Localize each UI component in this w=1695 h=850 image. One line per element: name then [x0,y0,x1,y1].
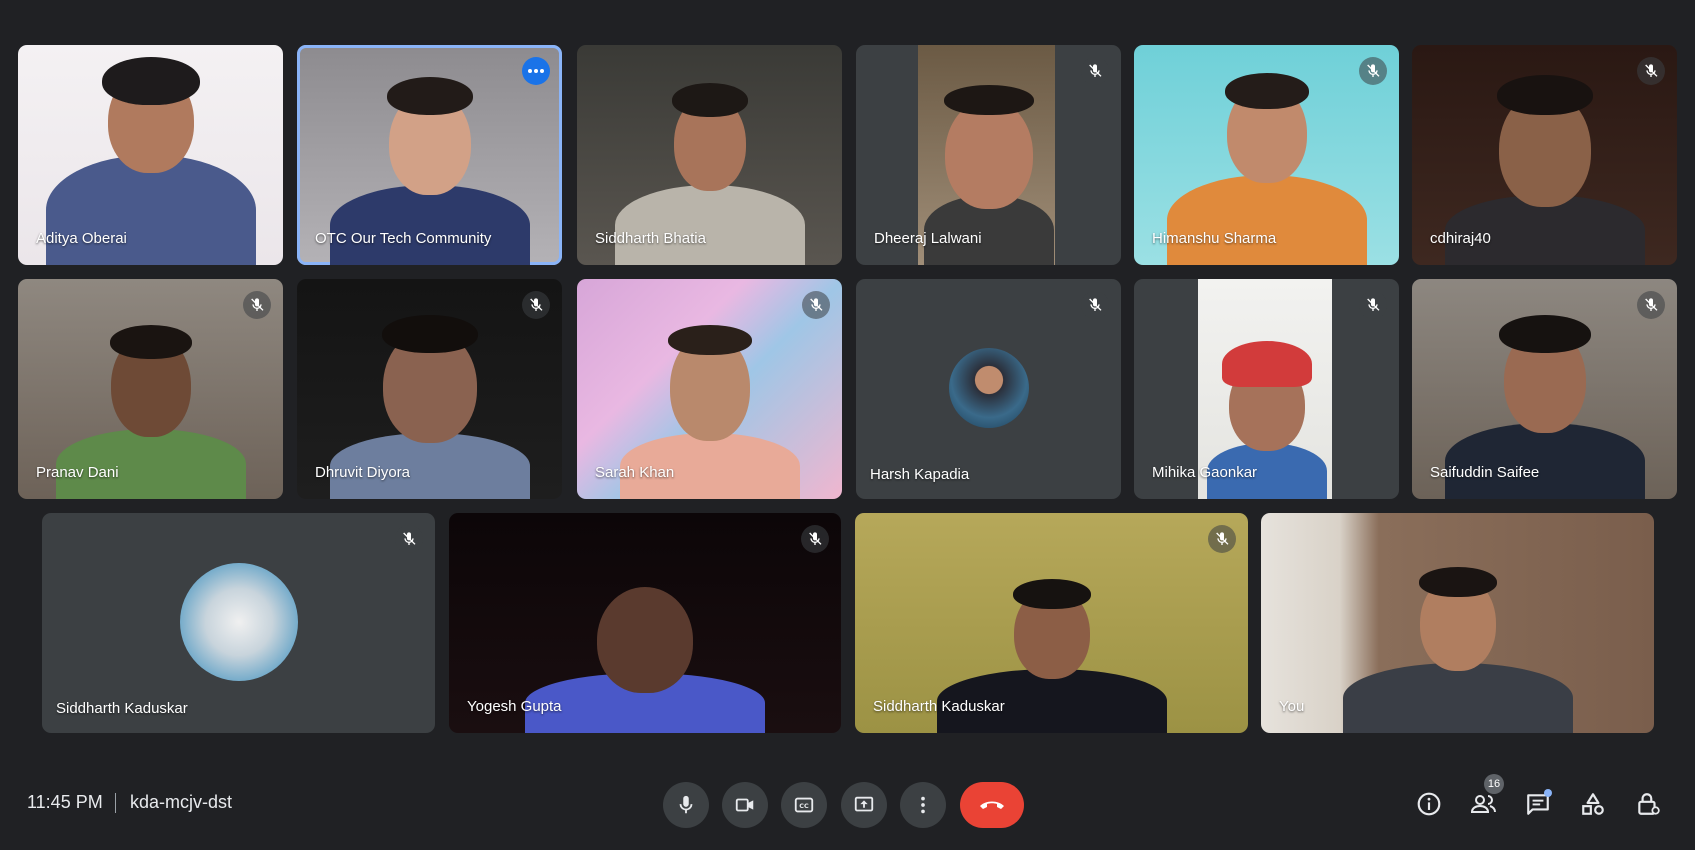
participant-name: Siddharth Kaduskar [873,698,1005,715]
participant-tile[interactable]: Siddharth Kaduskar [855,513,1248,733]
mic-button[interactable] [663,782,709,828]
participant-tile[interactable]: Yogesh Gupta [449,513,841,733]
participant-name: You [1279,698,1305,715]
more-options-button[interactable] [900,782,946,828]
avatar [179,563,298,681]
leave-call-button[interactable] [960,782,1024,828]
activities-icon [1582,793,1604,815]
captions-icon: CC [794,797,814,813]
participant-name: Siddharth Bhatia [595,230,706,247]
divider [115,793,116,813]
participant-name: Dheeraj Lalwani [874,230,982,247]
participant-name: Dhruvit Diyora [315,464,411,481]
participant-name: Harsh Kapadia [870,466,970,483]
activities-button[interactable] [1575,786,1611,822]
participant-tile[interactable]: Himanshu Sharma [1134,45,1399,265]
mic-icon [679,795,693,814]
participant-name: Saifuddin Saifee [1430,464,1540,481]
mic-off-icon [1359,57,1387,85]
mic-off-icon [1637,57,1665,85]
participant-tile[interactable]: Harsh Kapadia [856,279,1121,499]
participant-name: Yogesh Gupta [467,698,562,715]
people-icon [1470,795,1496,813]
present-icon [854,796,874,812]
participant-tile-self[interactable]: You [1261,513,1654,733]
participant-tile[interactable]: Siddharth Kaduskar [42,513,435,733]
svg-text:CC: CC [799,802,809,810]
people-button[interactable]: 16 [1466,774,1504,822]
participant-tile[interactable]: Siddharth Bhatia [577,45,842,265]
hang-up-icon [980,801,1004,809]
participant-name: Pranav Dani [36,464,119,481]
camera-button[interactable] [722,782,768,828]
participant-tile[interactable]: Mihika Gaonkar [1134,279,1399,499]
participant-video [1338,553,1578,733]
participant-tile[interactable]: cdhiraj40 [1412,45,1677,265]
more-options-icon[interactable] [522,57,550,85]
captions-button[interactable]: CC [781,782,827,828]
participant-tile[interactable]: Dhruvit Diyora [297,279,562,499]
present-button[interactable] [841,782,887,828]
mic-off-icon [243,291,271,319]
participant-name: cdhiraj40 [1430,230,1491,247]
camera-icon [735,798,754,812]
participant-tile-presenter[interactable]: OTC Our Tech Community [297,45,562,265]
participant-tile[interactable]: Dheeraj Lalwani [856,45,1121,265]
participant-count-badge: 16 [1484,774,1504,794]
participant-name: Sarah Khan [595,464,675,481]
mic-off-icon [1208,525,1236,553]
participant-name: Himanshu Sharma [1152,230,1277,247]
participant-tile[interactable]: Pranav Dani [18,279,283,499]
mic-off-icon [801,525,829,553]
participant-name: Siddharth Kaduskar [56,700,188,717]
chat-notification-dot [1544,789,1552,797]
meeting-details-button[interactable] [1411,786,1447,822]
mic-off-icon [1637,291,1665,319]
host-controls-button[interactable] [1630,786,1666,822]
mic-off-icon [802,291,830,319]
meeting-time: 11:45 PM [27,792,103,812]
mic-off-icon [1081,57,1109,85]
info-icon [1417,792,1441,816]
participant-tile[interactable]: Aditya Oberai [18,45,283,265]
mic-off-icon [522,291,550,319]
participant-name: OTC Our Tech Community [315,230,492,247]
participant-tile[interactable]: Sarah Khan [577,279,842,499]
chat-button[interactable] [1520,786,1556,822]
control-bar: 11:45 PM kda-mcjv-dst CC 16 [0,760,1695,850]
more-vert-icon [921,796,925,814]
meeting-code: kda-mcjv-dst [130,792,233,812]
participant-name: Mihika Gaonkar [1152,464,1258,481]
participant-name: Aditya Oberai [36,230,127,247]
mic-off-icon [395,525,423,553]
avatar [948,348,1029,428]
mic-off-icon [1081,291,1109,319]
host-controls-icon [1638,793,1660,815]
mic-off-icon [1359,291,1387,319]
participant-tile[interactable]: Saifuddin Saifee [1412,279,1677,499]
